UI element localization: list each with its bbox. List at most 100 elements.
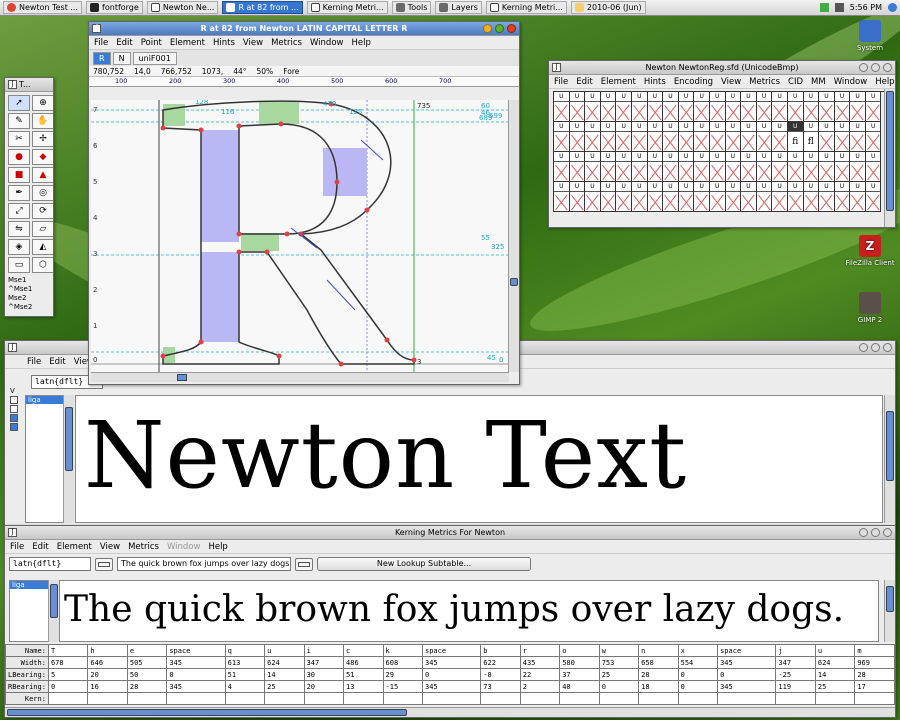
glyph-cell[interactable]: U (585, 92, 601, 122)
taskbar-item[interactable]: Newton Test ... (3, 1, 83, 14)
menu-edit[interactable]: Edit (49, 357, 65, 367)
metrics-cell[interactable]: 622 (480, 656, 521, 669)
metrics-cell[interactable]: n (638, 644, 679, 657)
glyph-cell[interactable]: U (787, 152, 804, 182)
glyph-cell[interactable]: U (741, 122, 757, 152)
menu-metrics[interactable]: Metrics (128, 542, 159, 552)
kerning-titlebar[interactable]: ʃ Kerning Metrics For Newton (5, 526, 895, 540)
glyph-cell[interactable]: Uﬂ (803, 122, 820, 152)
glyph-cell[interactable]: U (616, 182, 632, 212)
glyph-cell[interactable]: U (819, 182, 835, 212)
glyph-cell[interactable]: U (585, 122, 601, 152)
metrics-cell[interactable] (87, 692, 128, 705)
glyph-cell[interactable]: U (616, 92, 632, 122)
metrics-cell[interactable]: space (717, 644, 777, 657)
taskbar-item[interactable]: Kerning Metri... (485, 1, 567, 14)
menu-element[interactable]: Element (601, 77, 636, 87)
metrics-cell[interactable]: 554 (677, 656, 719, 669)
glyph-cell[interactable]: U (865, 122, 882, 152)
menu-edit[interactable]: Edit (576, 77, 592, 87)
metrics-cell[interactable] (854, 692, 895, 705)
menu-file[interactable]: File (554, 77, 568, 87)
metrics-cell[interactable]: 345 (421, 680, 482, 693)
metrics-cell[interactable]: 0 (717, 668, 777, 681)
metrics-cell[interactable] (224, 692, 266, 705)
glyph-cell[interactable]: U (772, 152, 788, 182)
metrics-cell[interactable]: 753 (598, 656, 640, 669)
metrics-cell[interactable]: 14 (264, 668, 305, 681)
metrics-cell[interactable]: 30 (303, 668, 345, 681)
metrics-cell[interactable]: o (559, 644, 600, 657)
maximize-button[interactable] (871, 528, 880, 537)
metrics-cell[interactable]: space (166, 644, 226, 657)
menu-window[interactable]: Window (310, 38, 344, 48)
glyph-cell[interactable]: U (709, 92, 726, 122)
glyph-cell[interactable]: U (663, 92, 679, 122)
glyph-cell[interactable]: U (554, 152, 570, 182)
metrics-cell[interactable]: 678 (47, 656, 89, 669)
metrics-cell[interactable]: 0 (677, 680, 719, 693)
metrics-cell[interactable]: 40 (559, 680, 600, 693)
glyph-cell[interactable]: U (663, 122, 679, 152)
glyph-cell[interactable]: U (803, 152, 820, 182)
pointer-tool-icon[interactable]: ➚ (8, 95, 30, 111)
glyph-cell[interactable]: U (569, 122, 586, 152)
glyph-cell[interactable]: U (756, 182, 773, 212)
metrics-cell[interactable]: 345 (166, 680, 226, 693)
metrics-cell[interactable] (598, 692, 640, 705)
metrics-cell[interactable]: 5 (47, 668, 89, 681)
glyph-hscroll[interactable] (91, 372, 509, 382)
glyph-cell[interactable]: U (741, 92, 757, 122)
glyph-cell[interactable]: U (850, 182, 866, 212)
perspective-tool-icon[interactable]: ◭ (32, 239, 53, 255)
glyph-cell[interactable]: U (741, 152, 757, 182)
glyph-cell[interactable]: U (834, 92, 851, 122)
glyph-cell[interactable]: U (600, 92, 617, 122)
glyph-cell[interactable]: U (756, 122, 773, 152)
glyph-cell[interactable]: U (616, 152, 632, 182)
metrics-cell[interactable]: 0 (47, 680, 89, 693)
tools-titlebar[interactable]: ʃ T... (5, 78, 53, 92)
metrics-cell[interactable]: 13 (343, 680, 384, 693)
preview-scrollbar-right[interactable] (884, 395, 895, 523)
sample-text-field[interactable]: The quick brown fox jumps over lazy dogs… (117, 557, 291, 571)
menu-file[interactable]: File (94, 38, 108, 48)
minimize-button[interactable] (859, 343, 868, 352)
glyph-cell[interactable]: U (678, 182, 695, 212)
menu-view[interactable]: View (100, 542, 120, 552)
metrics-cell[interactable]: 613 (224, 656, 266, 669)
menu-mm[interactable]: MM (811, 77, 826, 87)
glyph-canvas[interactable]: 735 479 125 116 128 699 689 60 46 55 325… (91, 100, 509, 372)
glyph-cell[interactable]: U (631, 182, 648, 212)
metrics-cell[interactable]: 73 (480, 680, 521, 693)
metrics-cell[interactable] (343, 692, 384, 705)
metrics-cell[interactable]: k (382, 644, 423, 657)
metrics-cell[interactable]: -15 (382, 680, 423, 693)
glyph-cell[interactable]: U (631, 122, 648, 152)
maximize-button[interactable] (495, 24, 504, 33)
subtable-dropdown[interactable]: New Lookup Subtable... (317, 557, 531, 571)
hscroll-thumb[interactable] (7, 709, 407, 716)
preview-scrollbar-left[interactable] (48, 580, 59, 642)
hscroll-thumb[interactable] (177, 374, 187, 381)
glyph-cell[interactable]: U (585, 182, 601, 212)
fontview-scrollbar[interactable] (884, 89, 895, 227)
menu-metrics[interactable]: Metrics (749, 77, 780, 87)
fontview-titlebar[interactable]: ʃ Newton NewtonReg.sfd (UnicodeBmp) (549, 61, 895, 75)
menu-file[interactable]: File (27, 357, 41, 367)
metrics-cell[interactable]: x (677, 644, 719, 657)
metrics-cell[interactable]: q (224, 644, 266, 657)
metrics-cell[interactable] (775, 692, 816, 705)
metrics-cell[interactable]: 18 (638, 680, 679, 693)
preview-scrollbar-right[interactable] (884, 580, 895, 642)
taskbar-item[interactable]: Layers (435, 1, 482, 14)
checkbox[interactable] (10, 405, 18, 413)
metrics-cell[interactable]: u (264, 644, 305, 657)
pen-tool-icon[interactable]: ✒ (8, 185, 30, 201)
glyph-cell[interactable]: U (725, 92, 742, 122)
metrics-cell[interactable]: 51 (224, 668, 266, 681)
metrics-cell[interactable]: space (421, 644, 482, 657)
glyph-grid[interactable]: UUUUUUUUUUUUUUUUUUUUUUUUUUUUUUUUUUUUUﬁUﬂ… (553, 91, 891, 212)
scale-tool-icon[interactable]: ⤢ (8, 203, 30, 219)
metrics-cell[interactable]: 4 (224, 680, 266, 693)
